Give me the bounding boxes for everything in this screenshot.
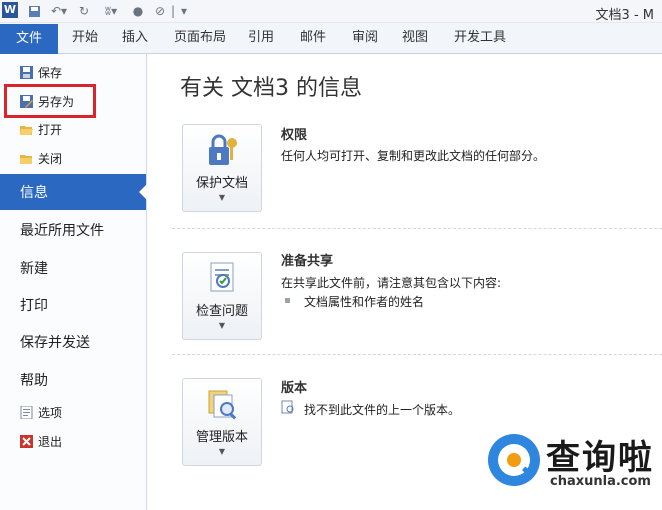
search-logo-icon [488,434,540,486]
watermark-url: chaxunla.com [550,474,651,489]
version-doc-icon [281,400,294,414]
page-title: 有关 文档3 的信息 [180,76,362,101]
button-label: 检查问题 [195,304,248,319]
protect-document-button[interactable]: 保护文档 ▼ [182,124,262,212]
tab-home[interactable]: 开始 [72,23,98,53]
sidebar-item-label: 退出 [38,434,63,449]
options-icon [20,405,33,419]
sidebar-item-label: 信息 [20,185,48,201]
close-folder-icon [20,152,33,165]
sidebar-item-recent[interactable]: 最近所用文件 [20,220,104,240]
exit-icon [20,434,33,448]
lock-key-icon [209,134,237,165]
button-label: 管理版本 [195,430,248,445]
tab-developer[interactable]: 开发工具 [454,23,506,53]
section-title-permissions: 权限 [281,128,308,143]
button-label: 保护文档 [195,176,248,191]
sidebar-item-label: 保存 [38,65,63,80]
bullet-text: 文档属性和作者的姓名 [304,295,425,309]
sidebar-item-options[interactable]: 选项 [20,402,62,422]
backstage-sidebar: 保存 另存为 打开 关闭 信息 最近所用文件 新建 打印 保存并发送 帮助 选项… [0,54,147,510]
redo-icon[interactable]: ↻ [76,3,92,19]
sidebar-item-close[interactable]: 关闭 [20,148,62,168]
section-divider [172,228,662,229]
sidebar-item-new[interactable]: 新建 [20,258,48,278]
inspect-icon [210,262,234,292]
save-icon[interactable] [26,3,42,19]
sidebar-item-label: 关闭 [38,151,63,166]
print-icon[interactable]: ● [130,3,146,19]
chevron-down-icon: ▼ [218,447,226,456]
open-folder-icon [20,123,33,136]
inspect-document-button[interactable]: 检查问题 ▼ [182,252,262,340]
save-icon [20,65,33,79]
section-text-versions: 找不到此文件的上一个版本。 [304,403,461,417]
sidebar-item-print[interactable]: 打印 [20,295,48,315]
chevron-down-icon: ▼ [218,321,226,330]
watermark-title: 查询啦 [546,438,654,478]
watermark-logo: 查询啦 chaxunla.com [488,428,662,510]
title-bar: W ↶▾ ↻ ʬ▾ ● ⊘ | ▾ 文档3 - M [0,0,662,23]
section-divider [172,354,662,355]
tab-mailings[interactable]: 邮件 [300,23,326,53]
separator: | [170,4,176,18]
manage-versions-button[interactable]: 管理版本 ▼ [182,378,262,466]
undo-icon[interactable]: ↶▾ [48,3,70,19]
section-text-permissions: 任何人均可打开、复制和更改此文档的任何部分。 [281,149,546,163]
versions-icon [208,390,237,420]
highlight-box-save-as [4,84,96,118]
section-title-versions: 版本 [281,381,308,396]
ribbon-tabs: 开始 插入 页面布局 引用 邮件 审阅 视图 开发工具 [0,23,662,54]
active-pointer [139,184,147,200]
sidebar-item-exit[interactable]: 退出 [20,431,62,451]
tab-page-layout[interactable]: 页面布局 [174,23,226,53]
sidebar-item-help[interactable]: 帮助 [20,370,48,390]
sidebar-item-open[interactable]: 打开 [20,119,62,139]
tab-references[interactable]: 引用 [248,23,274,53]
tab-file[interactable]: 文件 [0,24,58,54]
sidebar-item-save[interactable]: 保存 [20,62,62,82]
sidebar-item-save-send[interactable]: 保存并发送 [20,332,90,352]
draw-icon[interactable]: ⊘ [152,3,168,19]
section-text-prepare-sharing: 在共享此文件前，请注意其包含以下内容: [281,276,502,290]
chevron-down-icon: ▼ [218,193,226,202]
sidebar-item-label: 打开 [38,122,63,137]
tab-review[interactable]: 审阅 [352,23,378,53]
customize-icon[interactable]: ▾ [178,3,190,19]
section-title-prepare-sharing: 准备共享 [281,254,334,269]
tab-view[interactable]: 视图 [402,23,428,53]
tab-insert[interactable]: 插入 [122,23,148,53]
word-logo-icon: W [2,2,18,18]
format-painter-icon[interactable]: ʬ▾ [98,3,124,19]
bullet-icon [285,298,290,303]
sidebar-item-label: 选项 [38,405,63,420]
sidebar-item-info[interactable]: 信息 [0,174,147,210]
window-title: 文档3 - M [595,8,654,23]
